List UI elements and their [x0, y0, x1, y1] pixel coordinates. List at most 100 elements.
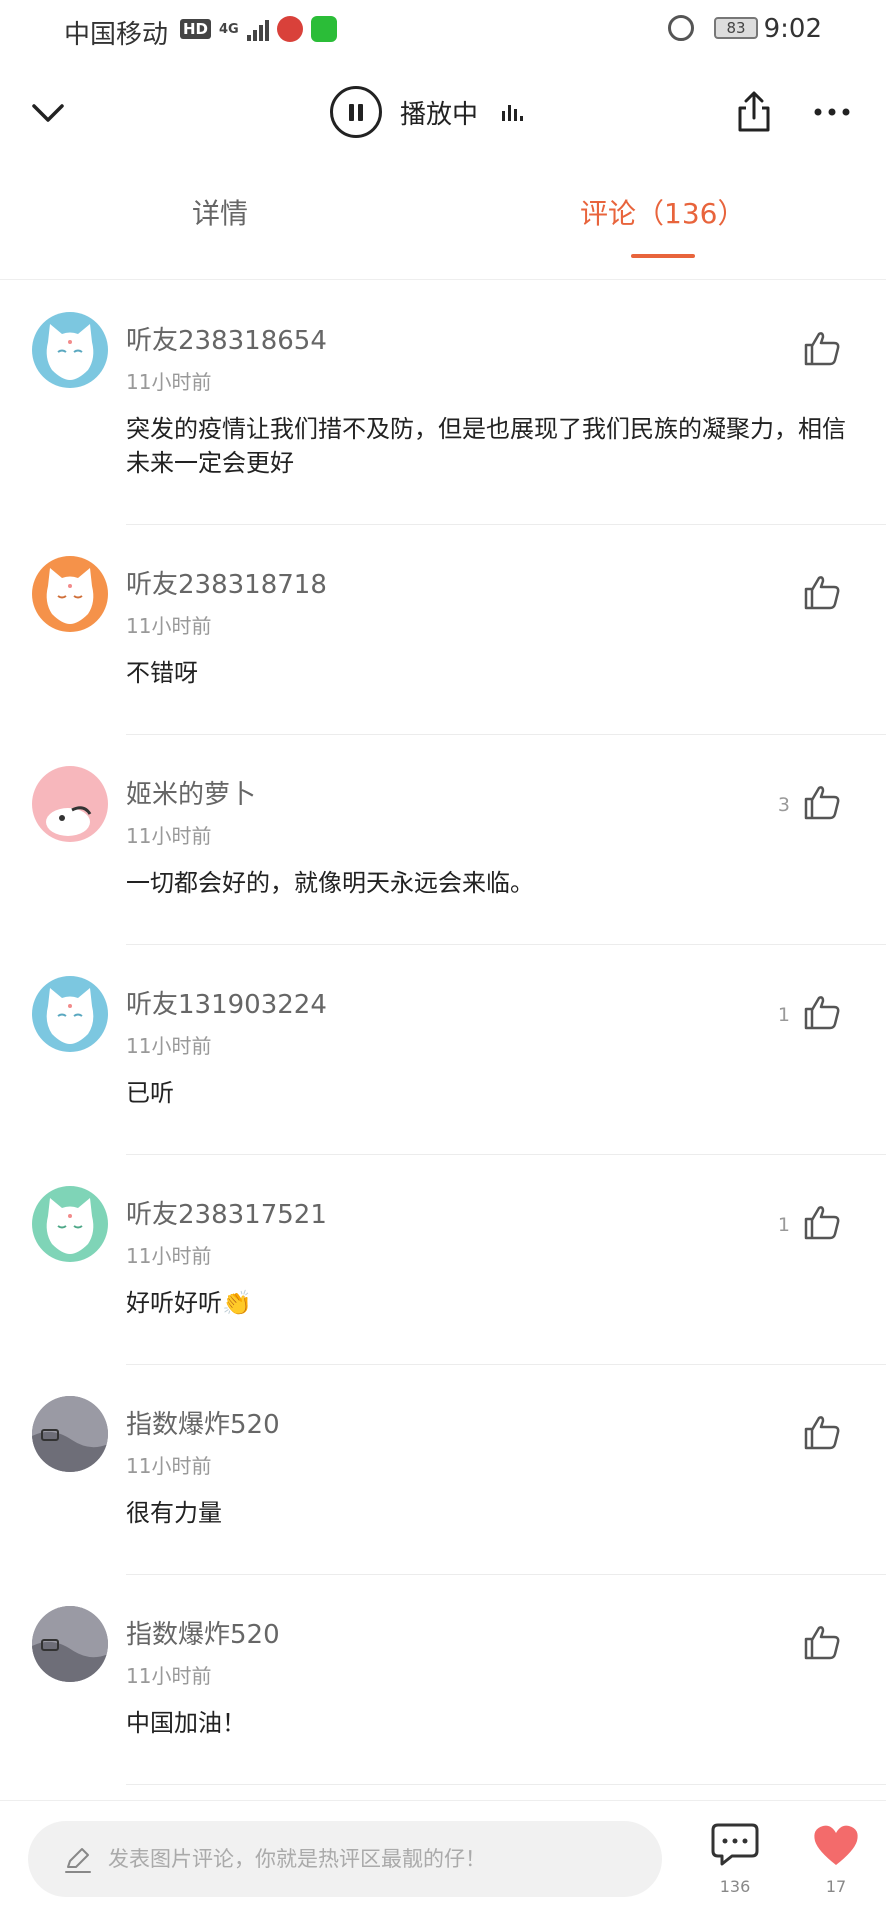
comment-username[interactable]: 听友238318654: [126, 320, 327, 357]
player-top-bar: 播放中: [0, 70, 886, 154]
avatar[interactable]: [32, 766, 108, 842]
comment-username[interactable]: 听友238317521: [126, 1194, 327, 1231]
cat-avatar-icon: [46, 988, 94, 1044]
divider: [126, 1364, 886, 1365]
active-tab-indicator: [631, 254, 695, 258]
collapse-button[interactable]: [24, 88, 72, 136]
signal-icon: [246, 17, 269, 41]
app-notification-icon: [276, 16, 303, 42]
like-button[interactable]: [802, 1202, 842, 1242]
divider: [126, 944, 886, 945]
thumbs-up-icon: [804, 786, 840, 820]
comment-item: 姬米的萝卜 11小时前 一切都会好的，就像明天永远会来临。 3: [0, 736, 886, 946]
thumbs-up-icon: [804, 332, 840, 366]
comment-text: 一切都会好的，就像明天永远会来临。: [126, 869, 534, 897]
tab-comments[interactable]: 评论（136）: [580, 192, 745, 232]
comment-item: 听友131903224 11小时前 已听 1: [0, 946, 886, 1156]
comment-input-placeholder: 发表图片评论，你就是热评区最靓的仔！: [108, 1847, 486, 1871]
like-button[interactable]: [802, 572, 842, 612]
comment-item: 听友238317521 11小时前 好听好听👏 1: [0, 1156, 886, 1366]
comment-text: 中国加油！: [126, 1709, 246, 1737]
photo-avatar-icon: [32, 1396, 108, 1472]
comment-text: 突发的疫情让我们措不及防，但是也展现了我们民族的凝聚力，相信未来一定会更好: [126, 415, 846, 477]
share-button[interactable]: [728, 86, 780, 138]
like-button[interactable]: [802, 782, 842, 822]
cat-avatar-icon: [46, 324, 94, 380]
like-button[interactable]: [802, 1622, 842, 1662]
comment-username[interactable]: 指数爆炸520: [126, 1614, 280, 1651]
like-button[interactable]: [802, 1412, 842, 1452]
avatar[interactable]: [32, 556, 108, 632]
comment-item: 听友238318718 11小时前 不错呀: [0, 526, 886, 736]
comment-item: 指数爆炸520 11小时前 很有力量: [0, 1366, 886, 1576]
more-icon: [814, 108, 850, 116]
divider: [126, 1784, 886, 1785]
like-button[interactable]: [802, 328, 842, 368]
comment-list: 听友238318654 11小时前 突发的疫情让我们措不及防，但是也展现了我们民…: [0, 282, 886, 1786]
cat-avatar-icon: [46, 1198, 94, 1254]
divider: [126, 734, 886, 735]
comment-time: 11小时前: [126, 370, 212, 394]
alarm-icon: [668, 15, 694, 41]
comment-time: 11小时前: [126, 824, 212, 848]
comment-text: 不错呀: [126, 659, 198, 687]
status-bar: 中国移动 HD 4G 83 9:02: [0, 0, 886, 60]
share-icon: [738, 91, 770, 132]
comment-text: 已听: [126, 1079, 174, 1107]
message-icon: [711, 1823, 759, 1866]
equalizer-icon: [502, 103, 524, 121]
avatar[interactable]: [32, 976, 108, 1052]
thumbs-up-icon: [804, 576, 840, 610]
divider: [126, 1574, 886, 1575]
like-button[interactable]: [802, 992, 842, 1032]
like-count: 3: [777, 794, 790, 816]
comment-username[interactable]: 听友238318718: [126, 564, 327, 601]
comment-count: 136: [719, 1877, 751, 1896]
heart-icon: [814, 1825, 858, 1865]
comment-input[interactable]: 发表图片评论，你就是热评区最靓的仔！: [28, 1821, 662, 1897]
thumbs-up-icon: [804, 1626, 840, 1660]
pause-button[interactable]: [330, 86, 382, 138]
comment-time: 11小时前: [126, 1454, 212, 1478]
comment-username[interactable]: 指数爆炸520: [126, 1404, 280, 1441]
tab-details[interactable]: 详情: [192, 192, 248, 232]
favorite-count: 17: [825, 1877, 847, 1896]
chevron-down-icon: [32, 104, 64, 122]
network-label: 4G: [219, 21, 239, 37]
cat-avatar-icon: [46, 568, 94, 624]
avatar[interactable]: [32, 1396, 108, 1472]
battery-indicator: 83: [714, 17, 758, 39]
cartoon-avatar-icon: [46, 806, 92, 836]
playing-label: 播放中: [400, 99, 479, 130]
like-count: 1: [777, 1214, 790, 1236]
comment-item: 指数爆炸520 11小时前 中国加油！: [0, 1576, 886, 1786]
comment-text: 很有力量: [126, 1499, 222, 1527]
avatar[interactable]: [32, 1606, 108, 1682]
comment-username[interactable]: 姬米的萝卜: [126, 774, 256, 811]
clock: 9:02: [763, 14, 822, 44]
more-button[interactable]: [806, 86, 858, 138]
comment-text: 好听好听👏: [126, 1289, 252, 1317]
iqiyi-notification-icon: [310, 16, 337, 42]
status-icons: HD 4G: [180, 16, 337, 42]
avatar[interactable]: [32, 312, 108, 388]
comment-time: 11小时前: [126, 1664, 212, 1688]
carrier-label: 中国移动: [64, 20, 169, 50]
thumbs-up-icon: [804, 1416, 840, 1450]
thumbs-up-icon: [804, 996, 840, 1030]
comment-time: 11小时前: [126, 1034, 212, 1058]
avatar[interactable]: [32, 1186, 108, 1262]
pencil-icon: [65, 1848, 91, 1873]
comment-item: 听友238318654 11小时前 突发的疫情让我们措不及防，但是也展现了我们民…: [0, 282, 886, 526]
favorite-button[interactable]: [812, 1823, 860, 1867]
comment-compose-bar: 发表图片评论，你就是热评区最靓的仔！ 136 17: [0, 1800, 886, 1920]
divider: [126, 524, 886, 525]
tab-bar: 详情 评论（136）: [0, 180, 886, 280]
comment-time: 11小时前: [126, 614, 212, 638]
comments-button[interactable]: [710, 1821, 760, 1867]
hd-badge: HD: [180, 19, 212, 39]
thumbs-up-icon: [804, 1206, 840, 1240]
like-count: 1: [777, 1004, 790, 1026]
comment-username[interactable]: 听友131903224: [126, 984, 327, 1021]
playback-status: 播放中: [330, 86, 524, 138]
